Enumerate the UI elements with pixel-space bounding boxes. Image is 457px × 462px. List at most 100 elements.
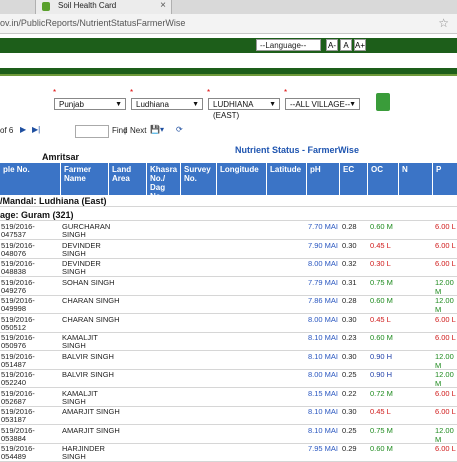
sample-no: 052240 — [1, 378, 27, 387]
ec-value: 0.30 — [342, 315, 357, 324]
sample-no: 050976 — [1, 341, 27, 350]
font-normal-button[interactable]: A — [340, 39, 352, 51]
oc-value: 0.45 L — [370, 241, 391, 250]
farmer-name: AMARJIT SINGH — [62, 407, 120, 416]
ph-value: 8.00 MAI — [308, 370, 339, 379]
ph-value: 8.15 MAI — [308, 389, 339, 398]
ph-value: 8.10 MAI — [308, 352, 339, 361]
col-n: N — [398, 163, 432, 195]
ec-value: 0.30 — [342, 241, 357, 250]
ec-value: 0.29 — [342, 444, 357, 453]
col-longitude: Longitude — [216, 163, 266, 195]
farmer-name: CHARAN SINGH — [62, 315, 120, 324]
ec-value: 0.22 — [342, 389, 357, 398]
sample-no: 053187 — [1, 415, 27, 424]
district-select[interactable]: Ludhiana ▼ — [131, 98, 203, 110]
required-mark: * — [284, 88, 288, 97]
col-oc: OC — [367, 163, 398, 195]
language-select[interactable]: --Language-- — [256, 39, 321, 51]
bookmark-star-icon[interactable]: ☆ — [438, 16, 449, 30]
font-decrease-button[interactable]: A- — [326, 39, 338, 51]
font-increase-button[interactable]: A+ — [354, 39, 366, 51]
farmer-name: CHARAN SINGH — [62, 296, 120, 305]
farmer-name: BALVIR SINGH — [62, 370, 114, 379]
col-sample-no: ple No. — [3, 165, 30, 174]
ph-value: 7.95 MAI — [308, 444, 339, 453]
p-value: 6.00 L — [435, 333, 456, 342]
ec-value: 0.32 — [342, 259, 357, 268]
ec-value: 0.25 — [342, 370, 357, 379]
subdistrict-select[interactable]: LUDHIANA (EAST) ▼ — [208, 98, 280, 120]
view-report-button[interactable] — [376, 93, 390, 111]
row-divider — [0, 239, 457, 240]
oc-value: 0.90 H — [370, 370, 393, 379]
ec-value: 0.30 — [342, 407, 357, 416]
required-mark: * — [53, 88, 57, 97]
export-icon[interactable]: 💾▾ — [150, 125, 164, 134]
url-text: ov.in/PublicReports/NutrientStatusFarmer… — [0, 18, 186, 28]
oc-value: 0.72 M — [370, 389, 393, 398]
state-select[interactable]: Punjab ▼ — [54, 98, 126, 110]
last-page-icon[interactable]: ▶| — [32, 125, 40, 134]
chevron-down-icon: ▼ — [115, 101, 122, 108]
farmer-name: SINGH — [62, 267, 86, 276]
row-divider — [0, 276, 457, 277]
ec-value: 0.25 — [342, 426, 357, 435]
next-link[interactable]: Next — [130, 126, 146, 135]
ec-value: 0.28 — [342, 296, 357, 305]
farmer-name: SINGH — [62, 341, 86, 350]
sample-no: 049998 — [1, 304, 27, 313]
p-value: 12.00 M — [435, 296, 454, 314]
district-label: Amritsar — [42, 152, 80, 162]
state-select-value: Punjab — [59, 100, 84, 109]
site-header-bar — [0, 38, 457, 53]
ph-value: 8.00 MAI — [308, 315, 339, 324]
next-page-icon[interactable]: ▶ — [20, 125, 26, 134]
farmer-name: SINGH — [62, 230, 86, 239]
ec-value: 0.31 — [342, 278, 357, 287]
required-mark: * — [207, 88, 211, 97]
oc-value: 0.60 M — [370, 296, 393, 305]
col-farmer-name: Farmer Name — [60, 163, 108, 195]
ph-value: 7.79 MAI — [308, 278, 339, 287]
browser-tab[interactable]: Soil Health Card × — [35, 0, 172, 14]
sample-no: 048076 — [1, 249, 27, 258]
oc-value: 0.90 H — [370, 352, 393, 361]
col-latitude: Latitude — [266, 163, 306, 195]
village-select-value: --ALL VILLAGE-- — [290, 100, 351, 109]
refresh-icon[interactable]: ⟳ — [176, 125, 183, 134]
oc-value: 0.45 L — [370, 407, 391, 416]
sample-no: 051487 — [1, 360, 27, 369]
sample-no: 050512 — [1, 323, 27, 332]
tab-title: Soil Health Card — [58, 1, 117, 10]
p-value: 6.00 L — [435, 222, 456, 231]
p-value: 6.00 L — [435, 389, 456, 398]
oc-value: 0.30 L — [370, 259, 391, 268]
p-value: 6.00 L — [435, 259, 456, 268]
farmer-name: SINGH — [62, 249, 86, 258]
col-survey-no: Survey No. — [180, 163, 216, 195]
toolbar-separator: | — [124, 126, 127, 135]
col-khasra-no: Khasra No./ Dag No. — [146, 163, 180, 201]
col-land-area: Land Area — [108, 163, 146, 195]
subdistrict-select-value: LUDHIANA (EAST) — [213, 100, 254, 120]
find-input[interactable] — [75, 125, 109, 138]
tab-close-icon[interactable]: × — [160, 0, 166, 11]
required-mark: * — [130, 88, 134, 97]
ec-value: 0.30 — [342, 352, 357, 361]
ec-value: 0.28 — [342, 222, 357, 231]
row-divider — [0, 424, 457, 425]
village-select[interactable]: --ALL VILLAGE-- ▼ — [285, 98, 360, 110]
p-value: 6.00 L — [435, 444, 456, 453]
oc-value: 0.75 M — [370, 278, 393, 287]
row-divider — [0, 206, 457, 207]
ph-value: 8.10 MAI — [308, 407, 339, 416]
row-divider — [0, 220, 457, 221]
report-toolbar: of 6 ▶ ▶| Find | Next 💾▾ ⟳ — [0, 125, 457, 138]
col-p: P — [432, 163, 457, 195]
oc-value: 0.45 L — [370, 315, 391, 324]
address-bar[interactable]: ov.in/PublicReports/NutrientStatusFarmer… — [0, 14, 457, 34]
browser-tab-bar: Soil Health Card × — [0, 0, 457, 15]
favicon-icon — [42, 2, 50, 11]
village-group-label: age: Guram (321) — [0, 210, 74, 220]
